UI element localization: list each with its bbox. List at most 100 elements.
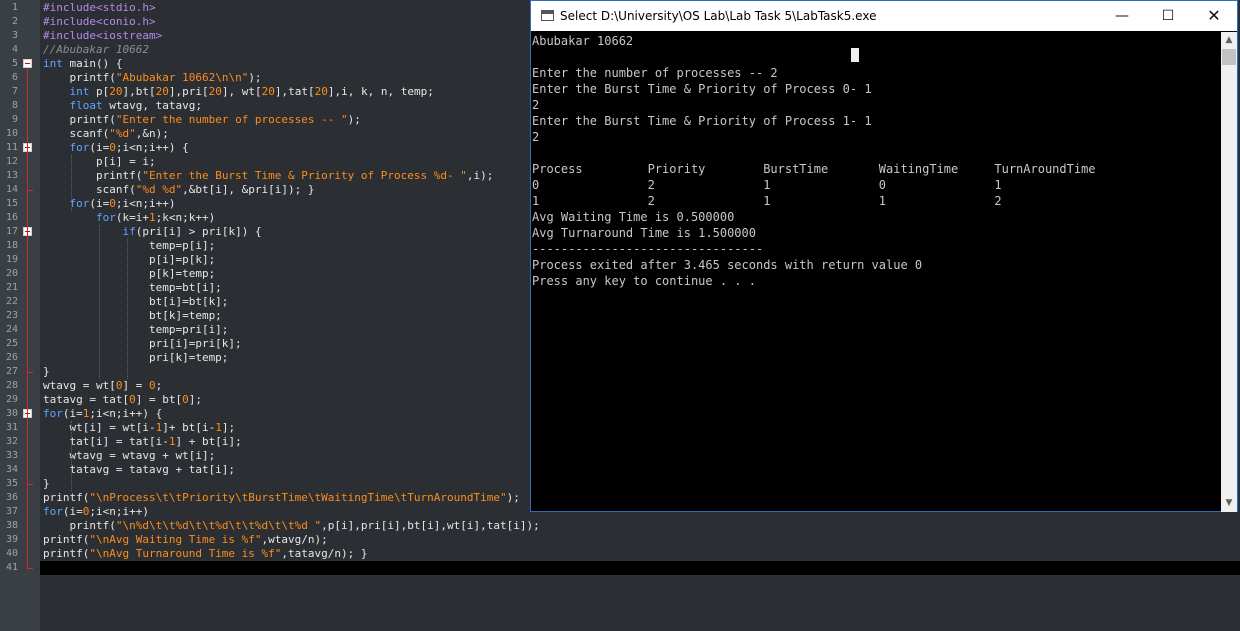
line-number: 4: [11, 44, 18, 55]
code-line[interactable]: printf("\nAvg Turnaround Time is %f",tat…: [43, 547, 368, 561]
code-line[interactable]: float wtavg, tatavg;: [43, 99, 202, 113]
line-number: 24: [5, 324, 18, 335]
code-line[interactable]: temp=bt[i];: [43, 281, 222, 295]
line-number: 23: [5, 310, 18, 321]
code-line[interactable]: pri[k]=temp;: [43, 351, 228, 365]
line-number: 37: [5, 506, 18, 517]
line-number: 18: [5, 240, 18, 251]
code-line[interactable]: wtavg = wt[0] = 0;: [43, 379, 162, 393]
console-title-bar[interactable]: Select D:\University\OS Lab\Lab Task 5\L…: [531, 1, 1237, 31]
code-line[interactable]: }: [43, 365, 50, 379]
line-number: 6: [11, 72, 18, 83]
code-line[interactable]: #include<iostream>: [43, 29, 162, 43]
line-number: 1: [11, 2, 18, 13]
line-number: 26: [5, 352, 18, 363]
line-number: 29: [5, 394, 18, 405]
console-output-line: Enter the Burst Time & Priority of Proce…: [532, 82, 872, 96]
line-number: 10: [5, 128, 18, 139]
console-scrollbar[interactable]: ▲ ▼: [1221, 32, 1237, 512]
indent-guide: [99, 225, 100, 379]
code-line[interactable]: printf("\nProcess\t\tPriority\tBurstTime…: [43, 491, 520, 505]
code-line[interactable]: tat[i] = tat[i-1] + bt[i];: [43, 435, 241, 449]
code-line[interactable]: int p[20],bt[20],pri[20], wt[20],tat[20]…: [43, 85, 434, 99]
fold-range-line: [27, 236, 28, 372]
fold-range-line: [27, 418, 28, 484]
code-line[interactable]: p[k]=temp;: [43, 267, 215, 281]
code-line[interactable]: #include<conio.h>: [43, 15, 156, 29]
line-number: 3: [11, 30, 18, 41]
code-line[interactable]: for(i=0;i<n;i++) {: [43, 141, 189, 155]
console-window-title: Select D:\University\OS Lab\Lab Task 5\L…: [560, 9, 877, 23]
code-line[interactable]: scanf("%d",&n);: [43, 127, 168, 141]
fold-range-end: [27, 484, 33, 485]
code-line[interactable]: int main() {: [43, 57, 122, 71]
line-number: 11: [5, 142, 18, 153]
line-number: 32: [5, 436, 18, 447]
line-number: 38: [5, 520, 18, 531]
line-number: 34: [5, 464, 18, 475]
code-line[interactable]: wtavg = wtavg + wt[i];: [43, 449, 215, 463]
line-number: 27: [5, 366, 18, 377]
line-number-gutter: 1 2 3 4 5 6 7 8 9 10 11 12 13 14 15 16 17 18 19 20 21 22 23 24 2…: [0, 0, 22, 631]
scroll-down-arrow-icon[interactable]: ▼: [1221, 495, 1237, 512]
fold-range-end: [27, 190, 33, 191]
indent-guide: [71, 155, 72, 211]
line-number: 2: [11, 16, 18, 27]
line-number: 13: [5, 170, 18, 181]
line-number: 25: [5, 338, 18, 349]
line-number: 36: [5, 492, 18, 503]
code-line[interactable]: p[i] = i;: [43, 155, 156, 169]
code-line[interactable]: printf("\nAvg Waiting Time is %f",wtavg/…: [43, 533, 328, 547]
indent-guide: [71, 421, 72, 491]
code-line[interactable]: for(i=0;i<n;i++): [43, 505, 149, 519]
console-output-line: Avg Waiting Time is 0.500000: [532, 210, 735, 224]
line-number: 21: [5, 282, 18, 293]
console-output-line: Enter the Burst Time & Priority of Proce…: [532, 114, 872, 128]
code-line[interactable]: printf("\n%d\t\t%d\t\t%d\t\t%d\t\t%d ",p…: [43, 519, 539, 533]
code-line[interactable]: printf("Enter the Burst Time & Priority …: [43, 169, 493, 183]
console-output-line: Abubakar 10662: [532, 34, 634, 48]
console-output[interactable]: Abubakar 10662 Enter the number of proces…: [531, 32, 1221, 512]
scrollbar-thumb[interactable]: [1222, 49, 1236, 65]
code-line[interactable]: printf("Enter the number of processes --…: [43, 113, 360, 127]
line-number: 39: [5, 534, 18, 545]
current-line-highlight: [40, 561, 1240, 575]
code-line[interactable]: if(pri[i] > pri[k]) {: [43, 225, 261, 239]
code-line[interactable]: scanf("%d %d",&bt[i], &pri[i]); }: [43, 183, 315, 197]
indent-guide: [127, 239, 128, 379]
line-number: 14: [5, 184, 18, 195]
fold-toggle-icon[interactable]: [23, 59, 32, 68]
code-line[interactable]: bt[i]=bt[k];: [43, 295, 228, 309]
line-number: 17: [5, 226, 18, 237]
code-line[interactable]: temp=pri[i];: [43, 323, 228, 337]
console-output-line: 1 2 1 1 2: [532, 194, 1002, 208]
maximize-button[interactable]: ☐: [1145, 1, 1191, 31]
line-number: 41: [5, 562, 18, 573]
line-number: 16: [5, 212, 18, 223]
console-output-line: 2: [532, 98, 540, 112]
code-line[interactable]: tatavg = tat[0] = bt[0];: [43, 393, 202, 407]
scroll-up-arrow-icon[interactable]: ▲: [1221, 32, 1237, 49]
line-number: 35: [5, 478, 18, 489]
code-line[interactable]: for(i=1;i<n;i++) {: [43, 407, 162, 421]
minimize-button[interactable]: —: [1099, 1, 1145, 31]
code-line[interactable]: }: [43, 477, 50, 491]
code-line[interactable]: for(k=i+1;k<n;k++): [43, 211, 215, 225]
console-window[interactable]: Select D:\University\OS Lab\Lab Task 5\L…: [530, 0, 1238, 512]
line-number: 7: [11, 86, 18, 97]
line-number: 33: [5, 450, 18, 461]
code-line[interactable]: temp=p[i];: [43, 239, 215, 253]
code-line[interactable]: #include<stdio.h>: [43, 1, 156, 15]
code-line[interactable]: for(i=0;i<n;i++): [43, 197, 176, 211]
close-button[interactable]: ✕: [1191, 1, 1237, 31]
line-number: 8: [11, 100, 18, 111]
code-line[interactable]: printf("Abubakar 10662\n\n");: [43, 71, 261, 85]
code-line[interactable]: //Abubakar 10662: [43, 43, 149, 57]
console-output-line: Process Priority BurstTime WaitingTime T…: [532, 162, 1096, 176]
code-line[interactable]: p[i]=p[k];: [43, 253, 215, 267]
code-line[interactable]: bt[k]=temp;: [43, 309, 222, 323]
console-output-line: Enter the number of processes -- 2: [532, 66, 778, 80]
fold-range-end: [27, 568, 33, 569]
line-number: 5: [11, 58, 18, 69]
code-line[interactable]: pri[i]=pri[k];: [43, 337, 242, 351]
